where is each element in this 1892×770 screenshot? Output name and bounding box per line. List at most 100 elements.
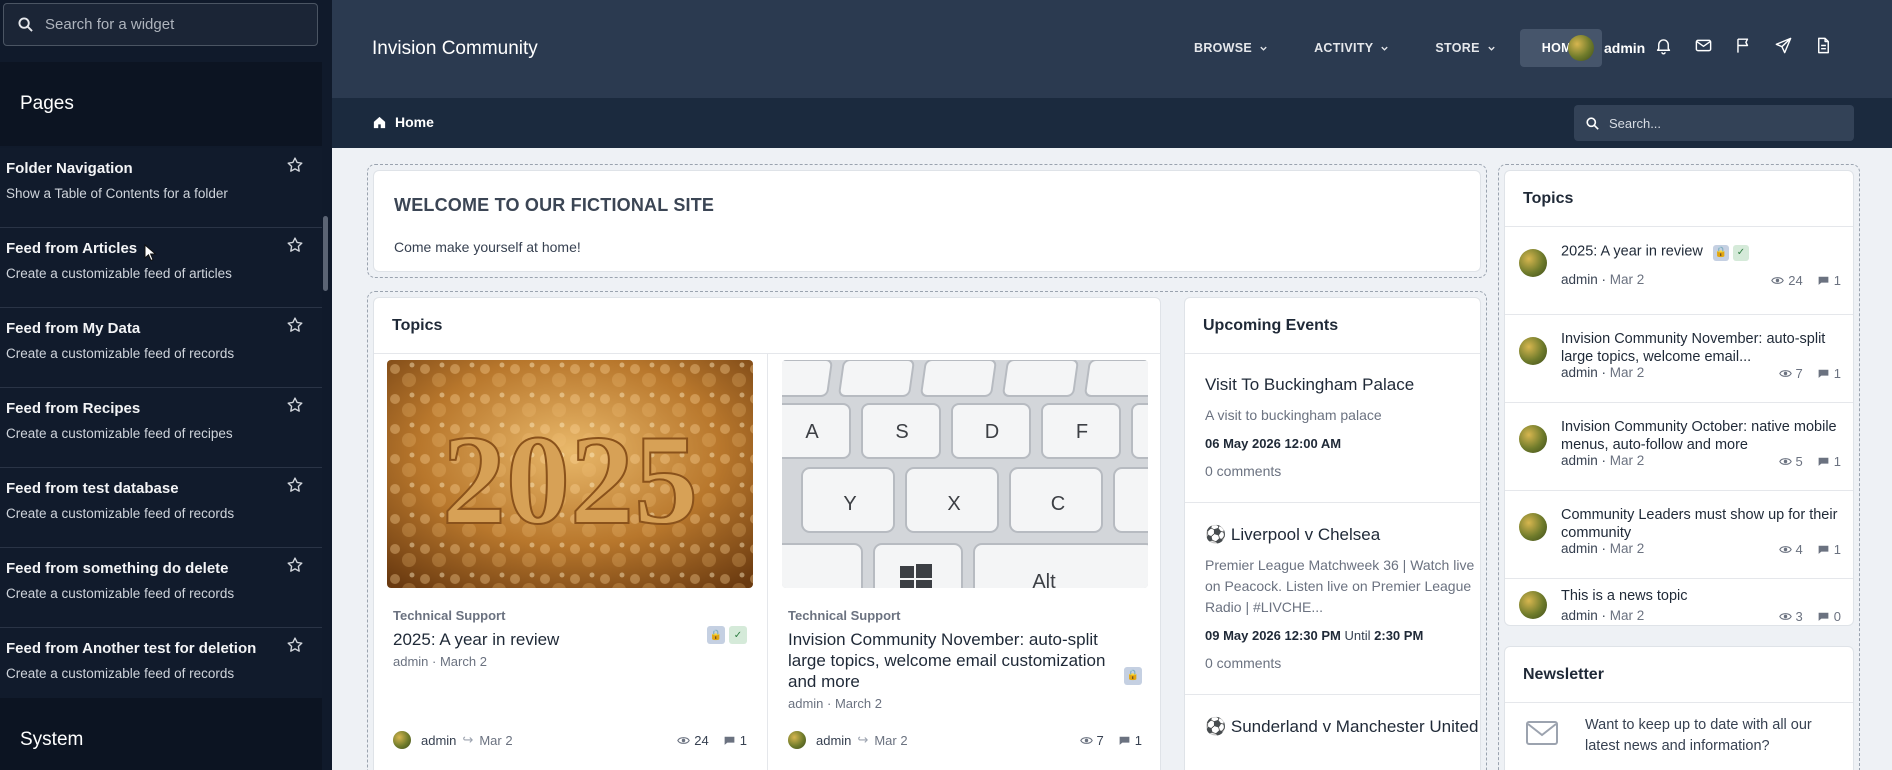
widget-item-feed-something-delete[interactable]: Feed from something do delete Create a c… <box>0 548 322 628</box>
widget-desc: Create a customizable feed of recipes <box>6 426 233 441</box>
topic-meta: admin · Mar 2 <box>1561 608 1645 623</box>
widget-item-feed-my-data[interactable]: Feed from My Data Create a customizable … <box>0 308 322 388</box>
topic-footer: admin ↪ Mar 2 7 1 <box>788 731 1142 749</box>
comment-icon <box>1119 736 1130 745</box>
nav-activity[interactable]: ACTIVITY <box>1292 29 1411 67</box>
topic-title[interactable]: 2025: A year in review 🔒 ✓ <box>1561 242 1851 261</box>
topic-stats: 7 1 <box>1778 366 1841 381</box>
site-search-input[interactable] <box>1609 115 1829 131</box>
topic-title[interactable]: 2025: A year in review <box>393 629 753 650</box>
topic-meta: admin · Mar 2 <box>1561 365 1645 380</box>
star-icon[interactable] <box>286 636 304 654</box>
topic-image-2025[interactable]: 2025 <box>387 360 753 588</box>
sidebar-topics-widget: Topics 2025: A year in review 🔒 ✓ admin … <box>1504 170 1854 626</box>
list-item[interactable]: Invision Community November: auto-split … <box>1505 315 1853 403</box>
comment-icon <box>1818 612 1829 621</box>
lock-icon: 🔒 <box>1124 666 1142 685</box>
panel-scrollbar[interactable] <box>323 216 328 291</box>
event-title[interactable]: ⚽ Sunderland v Manchester United <box>1205 716 1480 737</box>
topic-author[interactable]: admin <box>421 733 456 748</box>
widget-desc: Create a customizable feed of records <box>6 506 235 521</box>
topic-category[interactable]: Technical Support <box>393 608 753 623</box>
newsletter-text: Want to keep up to date with all our lat… <box>1585 717 1812 754</box>
header-icons <box>1654 36 1833 55</box>
topic-title[interactable]: Invision Community November: auto-split … <box>1561 330 1851 366</box>
eye-icon <box>1079 736 1093 744</box>
star-icon[interactable] <box>286 476 304 494</box>
topics-widget: Topics 2025 Technical Support 2025: A ye… <box>373 297 1161 770</box>
svg-text:A: A <box>805 421 819 443</box>
star-icon[interactable] <box>286 236 304 254</box>
topic-title[interactable]: Invision Community October: native mobil… <box>1561 418 1851 454</box>
widget-title: Feed from Recipes <box>6 400 141 417</box>
home-icon <box>373 116 386 128</box>
topic-meta: admin · March 2 <box>788 696 882 711</box>
topic-title[interactable]: Invision Community November: auto-split … <box>788 629 1148 692</box>
event-title[interactable]: Visit To Buckingham Palace <box>1205 374 1480 395</box>
widget-item-feed-another-test[interactable]: Feed from Another test for deletion Crea… <box>0 628 322 708</box>
widget-desc: Create a customizable feed of records <box>6 346 235 361</box>
event-desc: Premier League Matchweek 36 | Watch live… <box>1205 557 1475 615</box>
eye-icon <box>677 736 691 744</box>
widget-search-input[interactable] <box>45 16 295 33</box>
check-icon: ✓ <box>729 626 747 644</box>
widget-item-feed-test-database[interactable]: Feed from test database Create a customi… <box>0 468 322 548</box>
svg-text:D: D <box>985 421 999 443</box>
search-icon <box>18 17 33 32</box>
star-icon[interactable] <box>286 556 304 574</box>
topic-stats: 24 1 <box>1771 273 1841 288</box>
paper-plane-icon[interactable] <box>1774 36 1793 55</box>
breadcrumb-home: Home <box>395 114 434 130</box>
topic-card[interactable]: A S D F Y X C Alt Technical Support Invision … <box>782 360 1148 711</box>
list-item[interactable]: This is a news topic admin · Mar 2 3 0 <box>1505 579 1853 625</box>
topic-category[interactable]: Technical Support <box>788 608 1148 623</box>
widget-title: Folder Navigation <box>6 160 133 177</box>
reply-arrow-icon: ↪ <box>857 732 869 747</box>
envelope-icon[interactable] <box>1694 36 1713 55</box>
list-item[interactable]: Community Leaders must show up for their… <box>1505 491 1853 579</box>
bell-icon[interactable] <box>1654 36 1673 55</box>
svg-text:X: X <box>947 493 960 515</box>
widget-item-folder-navigation[interactable]: Folder Navigation Show a Table of Conten… <box>0 148 322 228</box>
site-title[interactable]: Invision Community <box>372 38 538 60</box>
widget-title: Feed from Another test for deletion <box>6 640 257 657</box>
views-stat: 7 <box>1079 733 1104 748</box>
widget-item-feed-articles[interactable]: Feed from Articles Create a customizable… <box>0 228 322 308</box>
topic-title[interactable]: This is a news topic <box>1561 587 1851 605</box>
topic-author[interactable]: admin <box>816 733 851 748</box>
event-item[interactable]: Visit To Buckingham Palace A visit to bu… <box>1185 374 1480 479</box>
user-menu[interactable]: admin <box>1568 35 1645 61</box>
site-search-box[interactable] <box>1574 105 1854 141</box>
nav-store[interactable]: STORE <box>1413 29 1517 67</box>
topic-stats: 5 1 <box>1778 454 1841 469</box>
event-title[interactable]: ⚽ Liverpool v Chelsea <box>1205 524 1480 545</box>
sidebar-topics-heading: Topics <box>1505 171 1853 227</box>
list-item[interactable]: 2025: A year in review 🔒 ✓ admin · Mar 2… <box>1505 227 1853 315</box>
event-date: 06 May 2026 12:00 AM <box>1205 436 1342 451</box>
list-item[interactable]: Invision Community October: native mobil… <box>1505 403 1853 491</box>
event-item[interactable]: ⚽ Liverpool v Chelsea Premier League Mat… <box>1185 524 1480 671</box>
star-icon[interactable] <box>286 396 304 414</box>
nav-browse[interactable]: BROWSE <box>1172 29 1290 67</box>
topic-card[interactable]: 2025 Technical Support 2025: A year in r… <box>387 360 753 669</box>
svg-text:Alt: Alt <box>1032 571 1056 588</box>
topic-title[interactable]: Community Leaders must show up for their… <box>1561 506 1851 542</box>
star-icon[interactable] <box>286 156 304 174</box>
search-icon <box>1586 116 1599 130</box>
widget-desc: Create a customizable feed of articles <box>6 266 232 281</box>
topic-image-keyboard[interactable]: A S D F Y X C Alt <box>782 360 1148 588</box>
breadcrumb[interactable]: Home <box>372 114 434 130</box>
event-comments[interactable]: 0 comments <box>1205 463 1480 479</box>
widget-item-feed-recipes[interactable]: Feed from Recipes Create a customizable … <box>0 388 322 468</box>
widget-title: Feed from My Data <box>6 320 141 337</box>
event-item[interactable]: ⚽ Sunderland v Manchester United <box>1185 716 1480 737</box>
comment-icon <box>1818 369 1829 378</box>
comment-icon <box>1818 457 1829 466</box>
star-icon[interactable] <box>286 316 304 334</box>
topic-date: Mar 2 <box>479 732 513 748</box>
avatar <box>1519 249 1547 277</box>
document-icon[interactable] <box>1814 36 1833 55</box>
event-comments[interactable]: 0 comments <box>1205 655 1480 671</box>
widget-search-box[interactable] <box>3 3 318 46</box>
flag-icon[interactable] <box>1734 36 1753 55</box>
